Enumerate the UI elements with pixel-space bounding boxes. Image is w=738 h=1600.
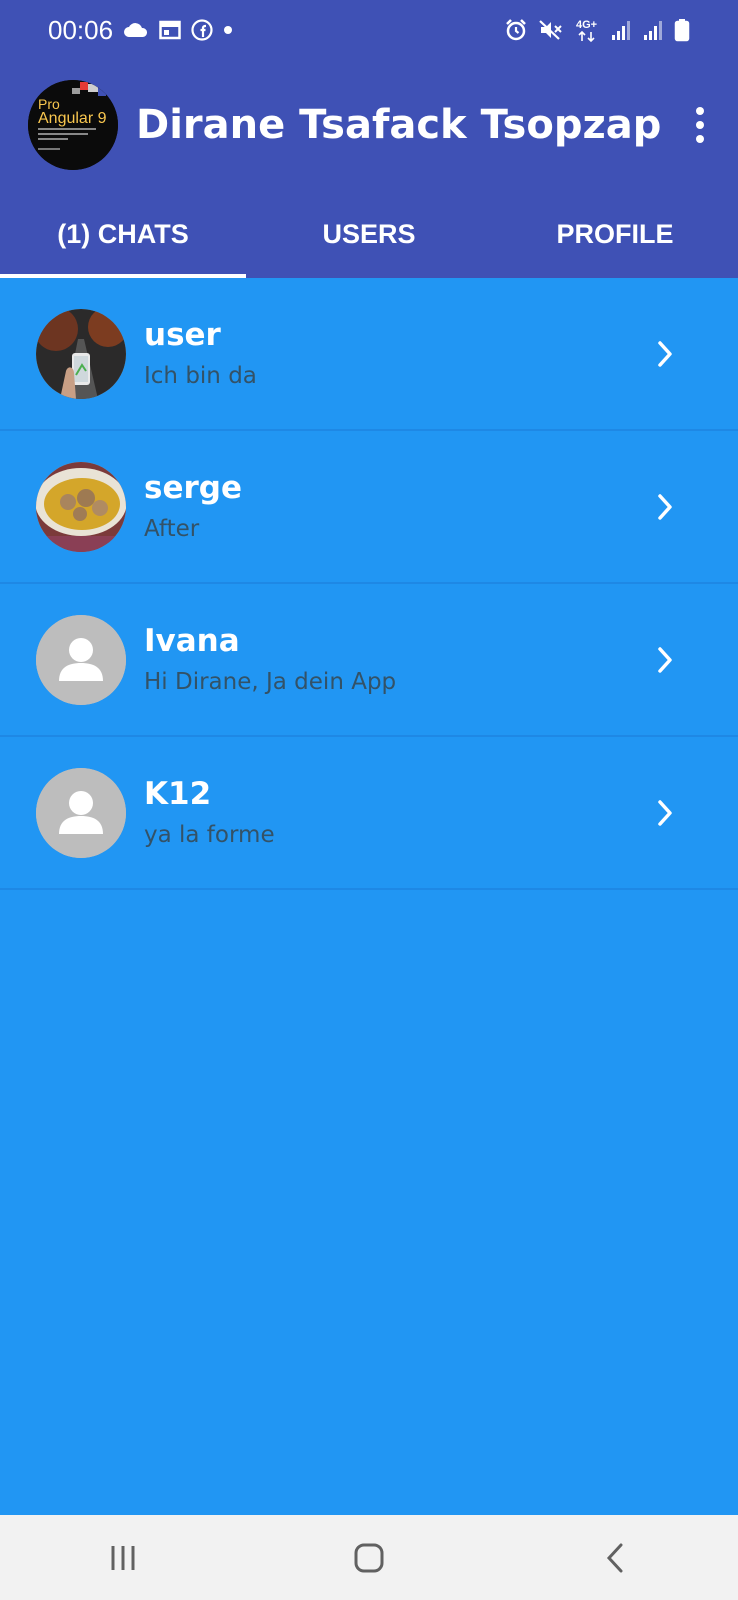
more-vert-icon[interactable] (682, 95, 718, 155)
dot-icon (223, 25, 233, 35)
cloud-icon (123, 21, 149, 39)
chevron-right-icon (652, 793, 678, 833)
default-person-icon (36, 614, 126, 705)
mute-icon (538, 18, 564, 42)
chat-name: Ivana (144, 622, 240, 659)
chat-name: K12 (144, 775, 212, 812)
signal-icon (642, 19, 664, 41)
calendar-icon (159, 20, 181, 40)
chat-last-message: Ich bin da (144, 362, 257, 389)
avatar (36, 461, 126, 552)
chevron-right-icon (652, 487, 678, 527)
home-icon[interactable] (319, 1528, 419, 1588)
tab-profile[interactable]: PROFILE (492, 190, 738, 278)
avatar (36, 308, 126, 399)
recent-apps-icon[interactable] (73, 1528, 173, 1588)
avatar-text-line2: Angular 9 (38, 110, 107, 127)
app-bar: Pro Angular 9 Dirane Tsafack Tsopzap (0, 60, 738, 190)
chat-item-user[interactable]: user Ich bin da (0, 278, 738, 431)
network-label: 4G+ (576, 19, 597, 31)
chat-name: user (144, 316, 221, 353)
system-nav-bar (0, 1515, 738, 1600)
chat-item-ivana[interactable]: Ivana Hi Dirane, Ja dein App (0, 584, 738, 737)
default-person-icon (36, 767, 126, 858)
battery-icon (674, 18, 690, 42)
network-4g-icon: 4G+ (574, 17, 600, 43)
profile-avatar[interactable]: Pro Angular 9 (28, 80, 118, 170)
status-time: 00:06 (48, 14, 114, 45)
facebook-icon (191, 19, 213, 41)
alarm-icon (504, 18, 528, 42)
chat-last-message: After (144, 515, 200, 542)
chat-item-serge[interactable]: serge After (0, 431, 738, 584)
app-title: Dirane Tsafack Tsopzap (136, 102, 662, 148)
chat-list: user Ich bin da serge After Ivana Hi Dir… (0, 278, 738, 890)
signal-icon (610, 19, 632, 41)
back-icon[interactable] (565, 1528, 665, 1588)
chat-last-message: Hi Dirane, Ja dein App (144, 668, 397, 695)
tab-users[interactable]: USERS (246, 190, 492, 278)
tab-chats[interactable]: (1) CHATS (0, 190, 246, 278)
chat-item-k12[interactable]: K12 ya la forme (0, 737, 738, 890)
chat-name: serge (144, 469, 242, 506)
chat-last-message: ya la forme (144, 821, 275, 848)
chevron-right-icon (652, 334, 678, 374)
tab-bar: (1) CHATS USERS PROFILE (0, 190, 738, 278)
status-bar: 00:06 4G+ (0, 0, 738, 60)
chevron-right-icon (652, 640, 678, 680)
